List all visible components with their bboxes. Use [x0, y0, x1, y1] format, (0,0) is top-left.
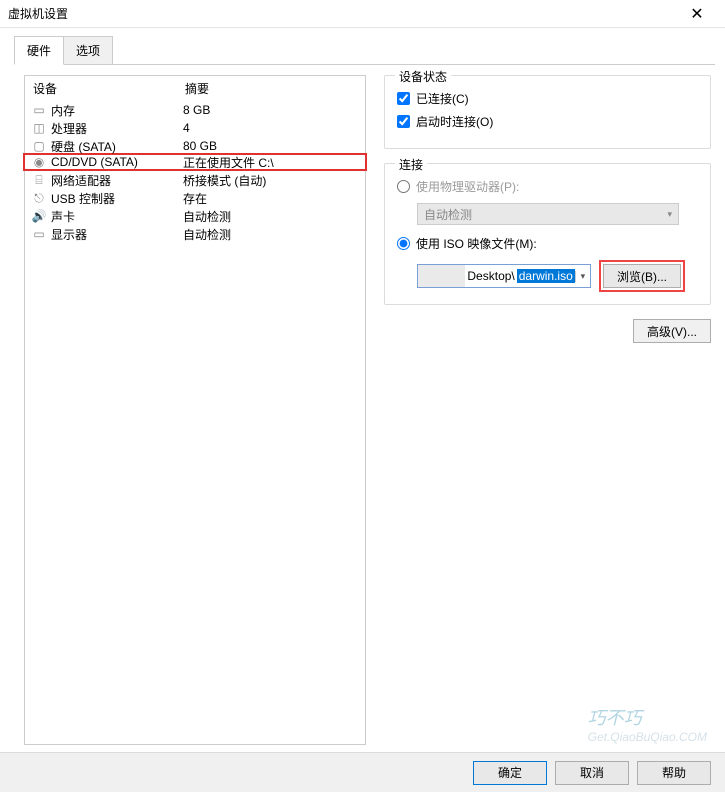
chevron-down-icon[interactable]: ▾	[575, 271, 590, 282]
tabs-bar: 硬件 选项	[14, 36, 725, 65]
connect-on-checkbox-row[interactable]: 启动时连接(O)	[397, 113, 698, 130]
cancel-button[interactable]: 取消	[555, 761, 629, 785]
advanced-button[interactable]: 高级(V)...	[633, 319, 711, 343]
use-physical-label: 使用物理驱动器(P):	[416, 178, 519, 195]
connected-checkbox-row[interactable]: 已连接(C)	[397, 90, 698, 107]
close-icon[interactable]: ✕	[677, 4, 717, 24]
hardware-list: 设备 摘要 ▭ 内存 8 GB ◫ 处理器 4 ▢ 硬盘 (SATA) 80 G…	[24, 75, 366, 745]
use-physical-radio[interactable]	[397, 180, 410, 193]
physical-drive-dropdown: 自动检测 ▾	[417, 203, 679, 225]
col-device: 设备	[33, 80, 185, 97]
conn-group-title: 连接	[395, 156, 427, 173]
right-panel: 设备状态 已连接(C) 启动时连接(O) 连接 使用物理驱动器(P): 自动检测…	[366, 75, 711, 745]
col-summary: 摘要	[185, 80, 209, 97]
path-hidden-prefix	[418, 265, 465, 287]
sound-icon: 🔊	[31, 209, 47, 223]
path-desktop: Desktop\	[465, 269, 516, 283]
connect-on-label: 启动时连接(O)	[416, 113, 493, 130]
connected-label: 已连接(C)	[416, 90, 469, 107]
browse-highlight: 浏览(B)...	[599, 260, 685, 292]
connected-checkbox[interactable]	[397, 92, 410, 105]
content-area: 设备 摘要 ▭ 内存 8 GB ◫ 处理器 4 ▢ 硬盘 (SATA) 80 G…	[0, 65, 725, 745]
path-selected-file: darwin.iso	[517, 269, 575, 283]
tab-options[interactable]: 选项	[63, 36, 113, 65]
disk-icon: ▢	[31, 139, 47, 153]
display-icon: ▭	[31, 227, 47, 241]
use-iso-label: 使用 ISO 映像文件(M):	[416, 235, 537, 252]
memory-icon: ▭	[31, 103, 47, 117]
iso-path-combobox[interactable]: Desktop\ darwin.iso ▾	[417, 264, 591, 288]
auto-detect-label: 自动检测	[424, 206, 472, 223]
tab-hardware[interactable]: 硬件	[14, 36, 64, 65]
iso-path-row: Desktop\ darwin.iso ▾ 浏览(B)...	[417, 260, 698, 292]
hw-row-sound[interactable]: 🔊 声卡 自动检测	[25, 207, 365, 225]
dialog-footer: 确定 取消 帮助	[0, 752, 725, 792]
title-bar: 虚拟机设置 ✕	[0, 0, 725, 28]
hw-row-display[interactable]: ▭ 显示器 自动检测	[25, 225, 365, 243]
use-iso-radio-row[interactable]: 使用 ISO 映像文件(M):	[397, 235, 698, 252]
disc-icon: ◉	[31, 155, 47, 169]
hw-row-cpu[interactable]: ◫ 处理器 4	[25, 119, 365, 137]
hw-row-usb[interactable]: ⎋ USB 控制器 存在	[25, 189, 365, 207]
cpu-icon: ◫	[31, 121, 47, 135]
advanced-row: 高级(V)...	[384, 319, 711, 343]
device-status-group: 设备状态 已连接(C) 启动时连接(O)	[384, 75, 711, 149]
window-title: 虚拟机设置	[8, 5, 677, 22]
hw-row-memory[interactable]: ▭ 内存 8 GB	[25, 101, 365, 119]
connect-on-checkbox[interactable]	[397, 115, 410, 128]
hw-row-cddvd[interactable]: ◉ CD/DVD (SATA) 正在使用文件 C:\	[23, 153, 367, 171]
ok-button[interactable]: 确定	[473, 761, 547, 785]
status-group-title: 设备状态	[395, 68, 451, 85]
usb-icon: ⎋	[31, 191, 47, 205]
network-icon: ⌸	[31, 173, 47, 187]
connection-group: 连接 使用物理驱动器(P): 自动检测 ▾ 使用 ISO 映像文件(M): De…	[384, 163, 711, 305]
hw-header: 设备 摘要	[25, 76, 365, 101]
chevron-down-icon: ▾	[667, 209, 672, 220]
hw-row-network[interactable]: ⌸ 网络适配器 桥接模式 (自动)	[25, 171, 365, 189]
help-button[interactable]: 帮助	[637, 761, 711, 785]
use-physical-radio-row[interactable]: 使用物理驱动器(P):	[397, 178, 698, 195]
use-iso-radio[interactable]	[397, 237, 410, 250]
browse-button[interactable]: 浏览(B)...	[603, 264, 681, 288]
